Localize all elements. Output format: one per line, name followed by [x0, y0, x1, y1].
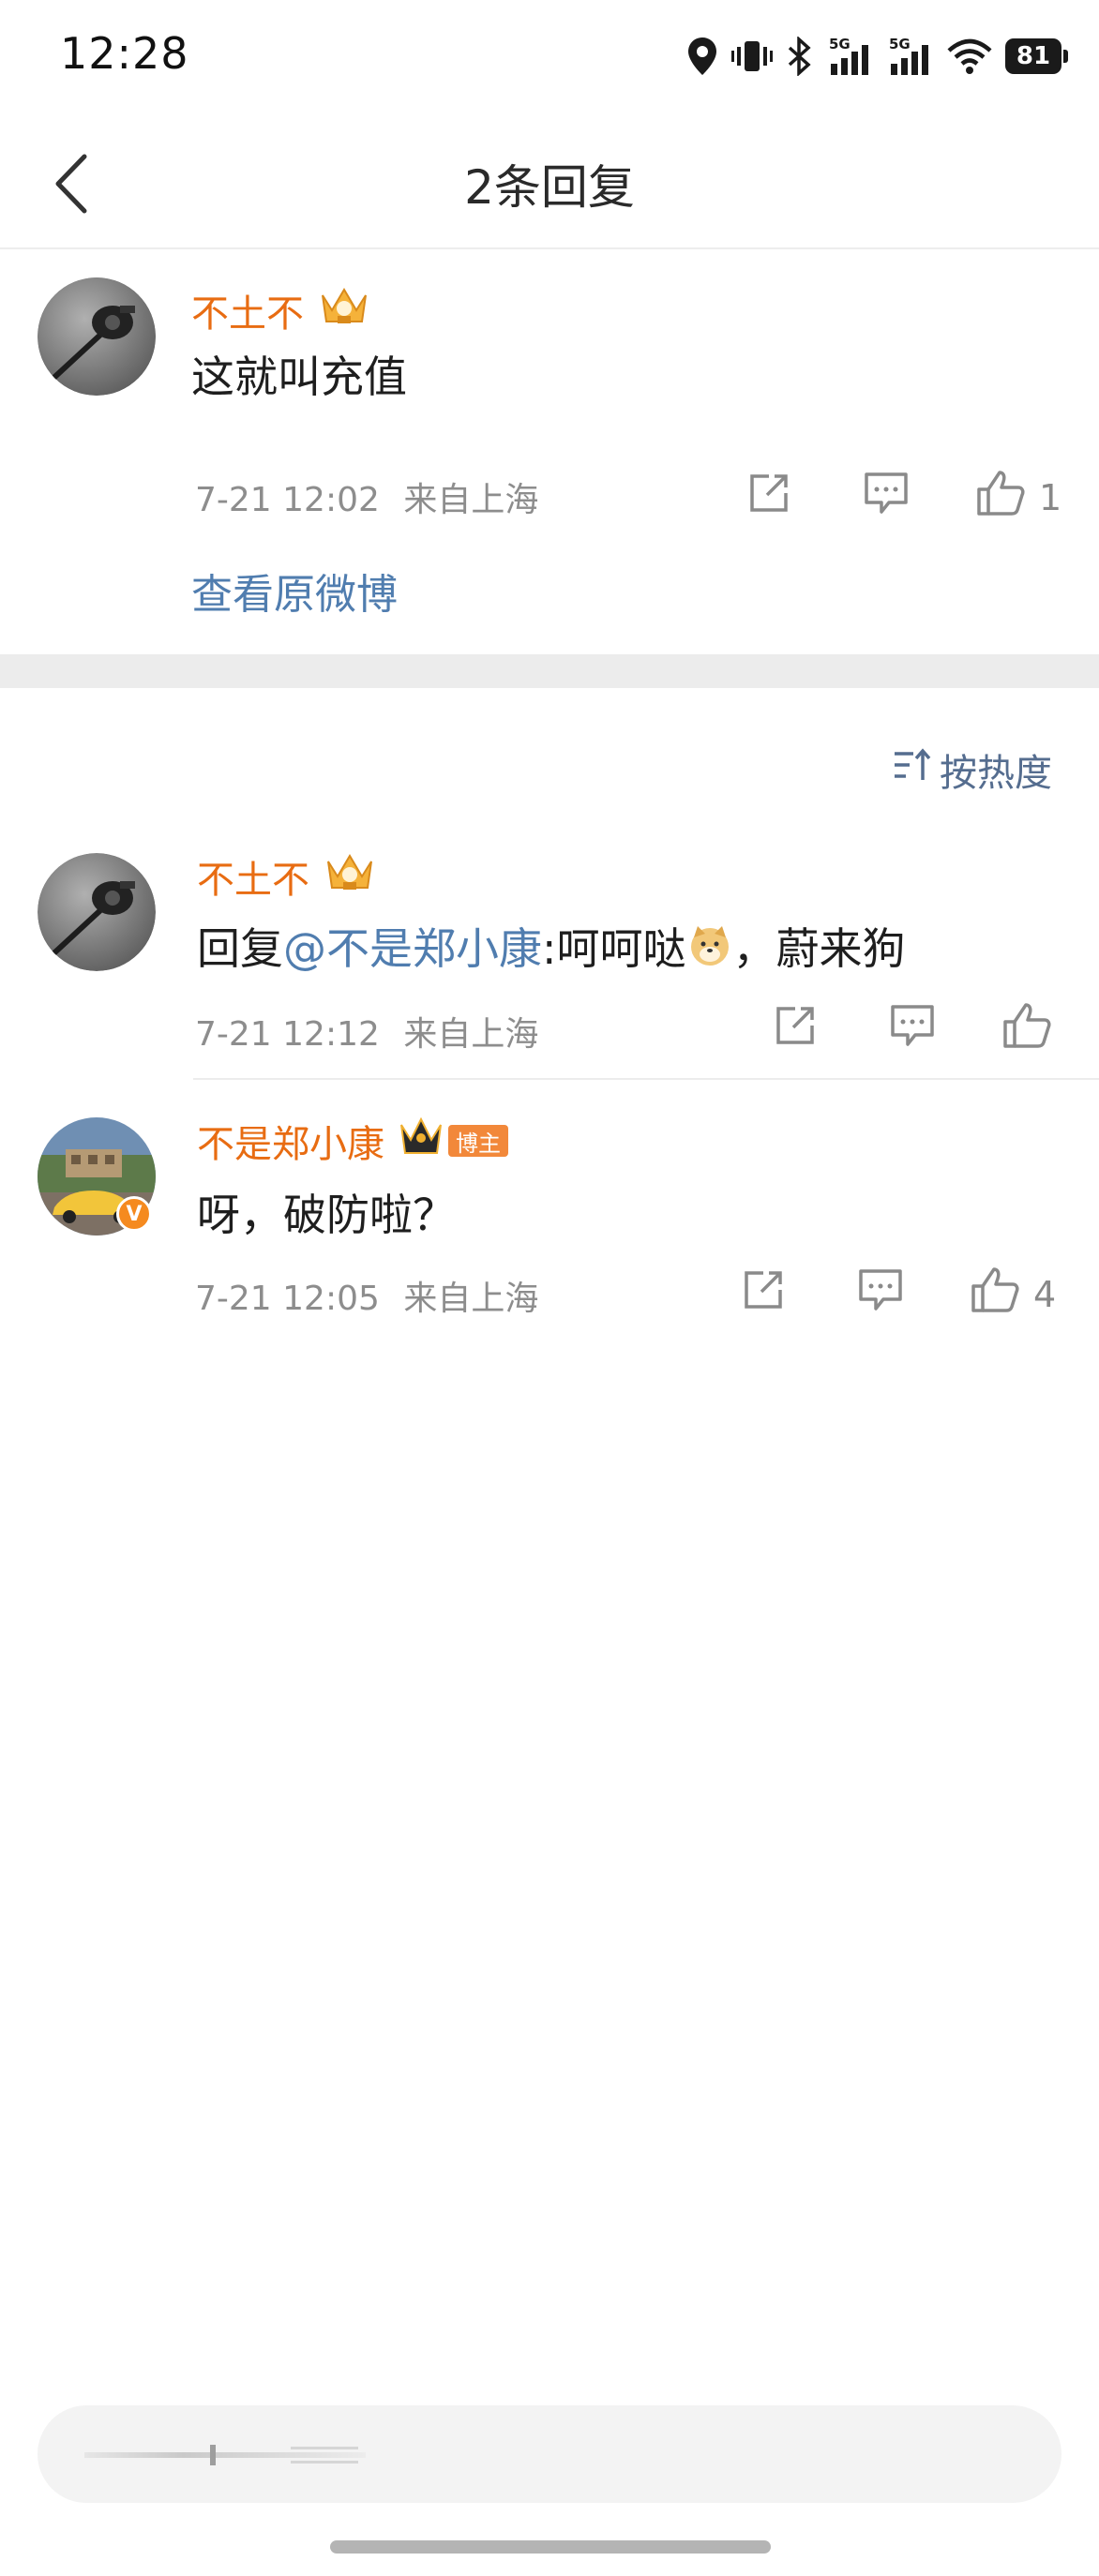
network-label: 5G	[889, 36, 911, 52]
author-badge: 博主	[448, 1125, 508, 1157]
vibrate-icon	[731, 37, 773, 75]
comment-meta: 7-21 12:12 来自上海	[195, 1007, 538, 1056]
status-bar: 12:28 5G 5G 81	[0, 0, 1099, 112]
reply-prefix: 回复	[197, 923, 283, 974]
like-button[interactable]: 4	[970, 1266, 1056, 1323]
comment-text: 这就叫充值	[191, 352, 407, 402]
username[interactable]: 不土不	[191, 283, 371, 337]
reply-text: 呀，破防啦？	[197, 1190, 456, 1240]
username-text: 不土不	[197, 859, 309, 902]
battery-icon: 81	[1005, 38, 1068, 74]
comment-time: 7-21 12:05	[195, 1280, 380, 1318]
username-text: 不土不	[191, 292, 304, 336]
share-icon	[746, 471, 791, 524]
signal-icon: 5G	[887, 36, 934, 77]
avatar[interactable]	[38, 277, 156, 396]
signal-icon: 5G	[827, 36, 874, 77]
like-button[interactable]	[1001, 1001, 1065, 1058]
reply-content: :呵呵哒	[542, 923, 686, 974]
share-icon	[741, 1267, 786, 1321]
avatar[interactable]	[38, 853, 156, 971]
location-icon	[686, 36, 718, 77]
comment-icon	[857, 1267, 904, 1321]
status-icons: 5G 5G 81	[686, 30, 1068, 82]
crown-icon	[398, 1116, 444, 1166]
root-comment: 不土不 这就叫充值 7-21 12:02 来自上海 1 查看原微博	[0, 251, 1099, 654]
username[interactable]: 不土不	[197, 849, 377, 904]
comment-location: 来自上海	[403, 481, 539, 519]
comment-button[interactable]	[857, 1267, 904, 1321]
reply-input-bar[interactable]	[38, 2405, 1061, 2503]
comment-meta: 7-21 12:02 来自上海	[195, 472, 538, 521]
comment-button[interactable]	[889, 1003, 936, 1056]
sort-icon	[893, 746, 932, 793]
like-button[interactable]: 1	[975, 469, 1061, 526]
battery-level: 81	[1016, 42, 1051, 70]
sort-label: 按热度	[940, 752, 1052, 795]
status-time: 12:28	[60, 28, 189, 79]
comment-meta: 7-21 12:05 来自上海	[195, 1271, 538, 1320]
bluetooth-icon	[786, 37, 814, 76]
header: 2条回复	[0, 122, 1099, 249]
crown-icon	[317, 284, 371, 337]
username-text: 不是郑小康	[197, 1123, 384, 1166]
share-button[interactable]	[741, 1267, 786, 1321]
reply-divider	[193, 1078, 1099, 1080]
share-button[interactable]	[746, 471, 791, 524]
network-label: 5G	[829, 36, 851, 52]
comment-location: 来自上海	[403, 1015, 539, 1054]
reply-text: 回复 @不是郑小康 :呵呵哒 ，蔚来狗	[197, 915, 906, 977]
username[interactable]: 不是郑小康 博主	[197, 1114, 508, 1168]
view-original-link[interactable]: 查看原微博	[191, 561, 398, 621]
like-count: 1	[1039, 476, 1062, 518]
comment-time: 7-21 12:12	[195, 1015, 380, 1054]
comment-time: 7-21 12:02	[195, 481, 380, 519]
reply-input[interactable]	[75, 2405, 919, 2503]
verified-badge: V	[116, 1196, 152, 1232]
page-title: 2条回复	[464, 160, 635, 215]
section-separator	[0, 654, 1099, 688]
reply-content-end: ，蔚来狗	[732, 923, 906, 974]
sort-button[interactable]: 按热度	[893, 742, 1052, 797]
comment-icon	[889, 1003, 936, 1056]
share-button[interactable]	[773, 1003, 818, 1056]
doge-emoji	[688, 924, 731, 967]
comment-button[interactable]	[863, 471, 910, 524]
crown-icon	[323, 850, 377, 903]
home-indicator[interactable]	[330, 2540, 771, 2554]
comment-location: 来自上海	[403, 1280, 539, 1318]
thumbs-up-icon	[1001, 1001, 1052, 1058]
comment-icon	[863, 471, 910, 524]
like-count: 4	[1033, 1273, 1057, 1315]
share-icon	[773, 1003, 818, 1056]
mention-link[interactable]: @不是郑小康	[283, 915, 542, 977]
thumbs-up-icon	[970, 1266, 1020, 1323]
thumbs-up-icon	[975, 469, 1026, 526]
wifi-icon	[947, 37, 992, 75]
